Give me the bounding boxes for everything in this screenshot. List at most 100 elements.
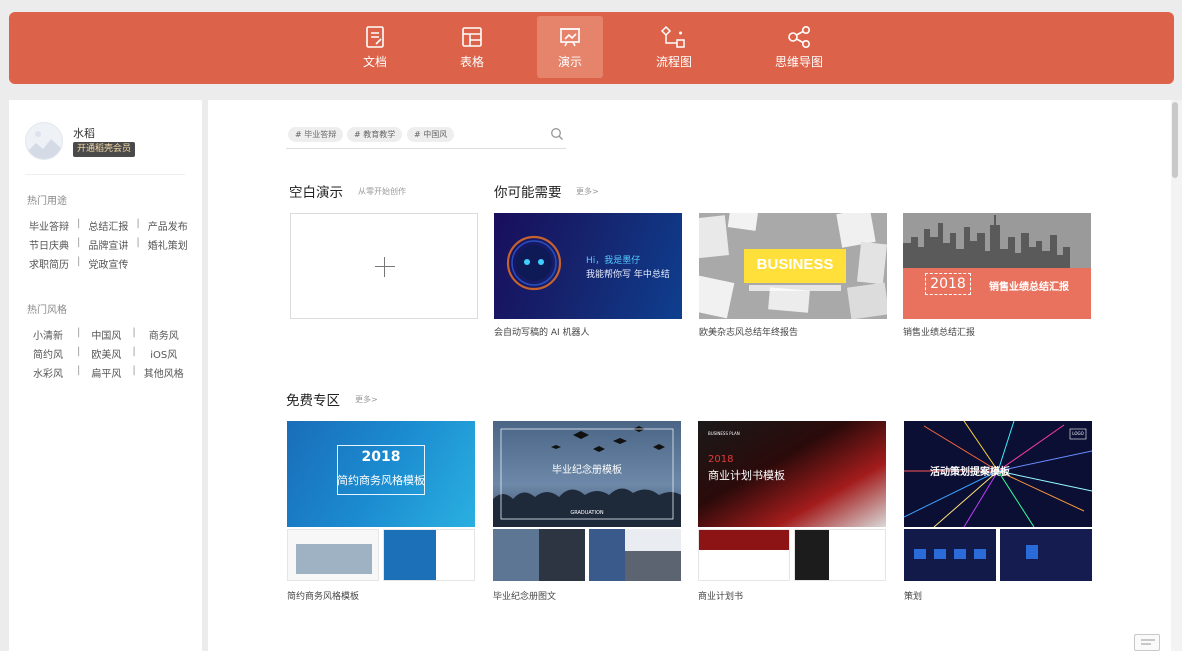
scrollbar-track[interactable]: [1171, 100, 1182, 651]
city-skyline-graphic: [903, 213, 1091, 268]
usage-row: 节日庆典 | 品牌宣讲 | 婚礼策划: [29, 237, 188, 252]
color-block: [914, 549, 926, 559]
search-bar[interactable]: # 毕业答辩 # 教育教学 # 中国风: [286, 124, 566, 149]
photo-placeholder: [795, 530, 829, 580]
plus-icon: [384, 257, 385, 277]
thumb-text: 简约商务风格模板: [337, 474, 425, 487]
tab-presentation[interactable]: 演示: [537, 16, 603, 78]
usage-row: 毕业答辩 | 总结汇报 | 产品发布: [29, 218, 188, 233]
tag-link[interactable]: 欧美风: [88, 346, 124, 361]
tag-link[interactable]: 产品发布: [148, 218, 188, 233]
blank-section-subtitle: 从零开始创作: [358, 187, 406, 196]
template-subpage[interactable]: [493, 529, 585, 581]
tag-link[interactable]: 水彩风: [33, 365, 69, 380]
template-caption[interactable]: 商业计划书: [698, 589, 743, 602]
tag-link[interactable]: 求职简历: [29, 256, 69, 271]
style-row: 简约风 | 欧美风 | iOS风: [33, 346, 184, 361]
color-block: [589, 529, 625, 581]
template-thumbnail-sales-report[interactable]: 2018 销售业绩总结汇报: [903, 213, 1091, 319]
tab-label: 思维导图: [774, 55, 823, 69]
template-caption[interactable]: 策划: [904, 589, 922, 602]
tab-document[interactable]: 文档: [342, 16, 408, 78]
tag-link[interactable]: 婚礼策划: [148, 237, 188, 252]
top-nav-bar: 文档 表格 演示 流程图 思维导图: [9, 12, 1174, 84]
recommend-more-link[interactable]: 更多>: [576, 186, 599, 197]
template-caption[interactable]: 销售业绩总结汇报: [903, 325, 975, 338]
robot-face-graphic: [506, 235, 562, 291]
template-thumbnail-ai-robot[interactable]: Hi，我是墨仔 我能帮你写 年中总结: [494, 213, 682, 319]
color-block: [974, 549, 986, 559]
tag-link[interactable]: 其他风格: [144, 365, 184, 380]
thumb-text: 销售业绩总结汇报: [989, 282, 1069, 293]
tag-link[interactable]: 商务风: [144, 327, 184, 342]
search-icon[interactable]: [550, 127, 564, 141]
template-subpage[interactable]: [287, 529, 379, 581]
style-row: 小清新 | 中国风 | 商务风: [33, 327, 184, 342]
table-icon: [462, 27, 482, 47]
template-subpage[interactable]: [589, 529, 681, 581]
thumb-text: Hi，我是墨仔: [586, 256, 641, 266]
sidebar: 水稻 开通稻壳会员 热门用途 毕业答辩 | 总结汇报 | 产品发布 节日庆典 | 品牌…: [9, 100, 202, 651]
search-chip[interactable]: # 中国风: [407, 127, 455, 142]
user-name: 水稻: [73, 127, 95, 140]
thumb-text: 活动策划提案模板: [930, 467, 1010, 478]
blank-section-title: 空白演示: [289, 185, 343, 201]
tab-label: 表格: [459, 55, 484, 69]
tab-mindmap[interactable]: 思维导图: [761, 16, 837, 78]
recommend-section-title: 你可能需要: [494, 185, 562, 201]
template-subpage[interactable]: [1000, 529, 1092, 581]
free-section-title: 免费专区: [286, 393, 340, 409]
tag-link[interactable]: 扁平风: [88, 365, 124, 380]
tag-link[interactable]: 毕业答辩: [29, 218, 69, 233]
avatar-placeholder-icon: [26, 131, 62, 159]
usage-row: 求职简历 | 党政宣传: [29, 256, 129, 271]
tag-link[interactable]: 小清新: [33, 327, 69, 342]
template-caption[interactable]: 欧美杂志风总结年终报告: [699, 325, 798, 338]
thumb-text: BUSINESS PLAN: [708, 431, 740, 436]
photo-placeholder: [539, 529, 585, 581]
avatar[interactable]: [25, 122, 63, 160]
template-caption[interactable]: 简约商务风格模板: [287, 589, 359, 602]
template-thumbnail-graduation[interactable]: 毕业纪念册模板 GRADUATION: [493, 421, 681, 527]
template-subpage[interactable]: [698, 529, 790, 581]
tag-link[interactable]: iOS风: [144, 346, 184, 361]
style-row: 水彩风 | 扁平风 | 其他风格: [33, 365, 184, 380]
color-block: [954, 549, 966, 559]
vip-button[interactable]: 开通稻壳会员: [73, 142, 136, 157]
tag-link[interactable]: 节日庆典: [29, 237, 69, 252]
thumb-text: 2018: [708, 454, 734, 465]
presentation-icon: [560, 28, 580, 47]
free-more-link[interactable]: 更多>: [355, 394, 378, 405]
search-chip[interactable]: # 教育教学: [347, 127, 403, 142]
template-caption[interactable]: 毕业纪念册图文: [493, 589, 556, 602]
tab-table[interactable]: 表格: [439, 16, 505, 78]
tab-label: 文档: [362, 55, 387, 69]
plus-icon: [375, 266, 395, 267]
feedback-icon[interactable]: [1134, 634, 1160, 651]
mindmap-icon: [788, 25, 810, 48]
thumb-text: GRADUATION: [570, 510, 604, 516]
template-caption[interactable]: 会自动写稿的 AI 机器人: [494, 325, 590, 338]
flowchart-icon: [661, 25, 685, 48]
template-thumbnail-business[interactable]: 2018 简约商务风格模板: [287, 421, 475, 527]
thumb-text: 商业计划书模板: [708, 469, 785, 482]
tag-link[interactable]: 简约风: [33, 346, 69, 361]
chat-icon: [1141, 639, 1155, 645]
template-thumbnail-event-plan[interactable]: LOGO 活动策划提案模板: [904, 421, 1092, 527]
template-thumbnail-business-plan[interactable]: BUSINESS PLAN 2018 商业计划书模板: [698, 421, 886, 527]
template-subpage[interactable]: [383, 529, 475, 581]
new-blank-presentation-card[interactable]: [290, 213, 478, 319]
scrollbar-thumb[interactable]: [1172, 102, 1178, 178]
tag-link[interactable]: 党政宣传: [88, 256, 128, 271]
tag-link[interactable]: 品牌宣讲: [88, 237, 128, 252]
tag-link[interactable]: 中国风: [88, 327, 124, 342]
tag-link[interactable]: 总结汇报: [88, 218, 128, 233]
template-subpage[interactable]: [794, 529, 886, 581]
tab-flowchart[interactable]: 流程图: [641, 16, 707, 78]
template-subpage[interactable]: [904, 529, 996, 581]
thumb-text: BUSINESS: [756, 256, 834, 273]
template-thumbnail-magazine[interactable]: BUSINESS: [699, 213, 887, 319]
search-chip[interactable]: # 毕业答辩: [288, 127, 344, 142]
divider: [25, 174, 185, 175]
thumb-text: 毕业纪念册模板: [552, 465, 622, 476]
